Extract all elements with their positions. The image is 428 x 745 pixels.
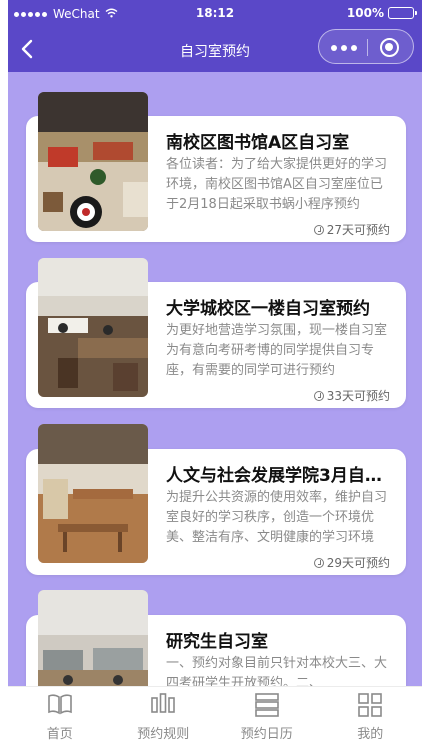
tab-label: 预约规则	[137, 727, 190, 742]
availability-text: 29天可预约	[326, 556, 390, 570]
availability-label: 29天可预约	[313, 554, 390, 571]
room-description: 各位读者：为了给大家提供更好的学习环境，南校区图书馆A区自习室座位已于2月18日…	[166, 157, 388, 212]
navigation-bar: WeChat 18:12 100% 自习室预约	[8, 0, 422, 72]
room-thumbnail[interactable]	[38, 424, 148, 563]
availability-text: 27天可预约	[326, 223, 390, 237]
battery-percent: 100%	[346, 6, 384, 20]
tab-label: 预约日历	[240, 727, 293, 742]
tab-rules[interactable]: 预约规则	[112, 687, 216, 745]
availability-label: 27天可预约	[313, 221, 390, 238]
capsule-divider	[367, 39, 368, 56]
more-options-icon[interactable]	[331, 45, 357, 51]
room-title: 大学城校区一楼自习室预约	[166, 299, 370, 319]
calendar-icon	[254, 693, 279, 717]
battery-icon	[388, 7, 417, 19]
miniprogram-capsule	[318, 29, 414, 64]
tab-label: 我的	[357, 727, 384, 742]
close-miniprogram-icon[interactable]	[380, 38, 399, 57]
room-title: 研究生自习室	[166, 632, 268, 652]
status-bar: WeChat 18:12 100%	[8, 0, 422, 28]
tab-home[interactable]: 首页	[8, 687, 112, 745]
room-description: 为提升公共资源的使用效率，维护自习室良好的学习秩序，创造一个环境优美、整洁有序、…	[166, 490, 388, 545]
room-title: 人文与社会发展学院3月自习室	[166, 466, 388, 486]
clock-icon	[313, 557, 324, 568]
clock-icon	[313, 390, 324, 401]
room-title: 南校区图书馆A区自习室	[166, 133, 350, 153]
tab-calendar[interactable]: 预约日历	[215, 687, 319, 745]
rules-icon	[151, 693, 176, 713]
tab-mine[interactable]: 我的	[319, 687, 423, 745]
availability-label: 33天可预约	[313, 387, 390, 404]
phone-screen: 南校区图书馆A区自习室 各位读者：为了给大家提供更好的学习环境，南校区图书馆A区…	[8, 0, 422, 745]
book-icon	[47, 694, 72, 715]
availability-text: 33天可预约	[326, 389, 390, 403]
room-description: 为更好地营造学习氛围，现一楼自习室为有意向考研考博的同学提供自习专座，有需要的同…	[166, 323, 388, 378]
room-thumbnail[interactable]	[38, 258, 148, 397]
clock-icon	[313, 224, 324, 235]
tab-bar: 首页 预约规则 预约日历 我的	[8, 686, 422, 745]
tab-label: 首页	[46, 727, 73, 742]
battery-status: 100%	[346, 6, 417, 20]
room-thumbnail[interactable]	[38, 92, 148, 231]
grid-icon	[358, 693, 383, 717]
